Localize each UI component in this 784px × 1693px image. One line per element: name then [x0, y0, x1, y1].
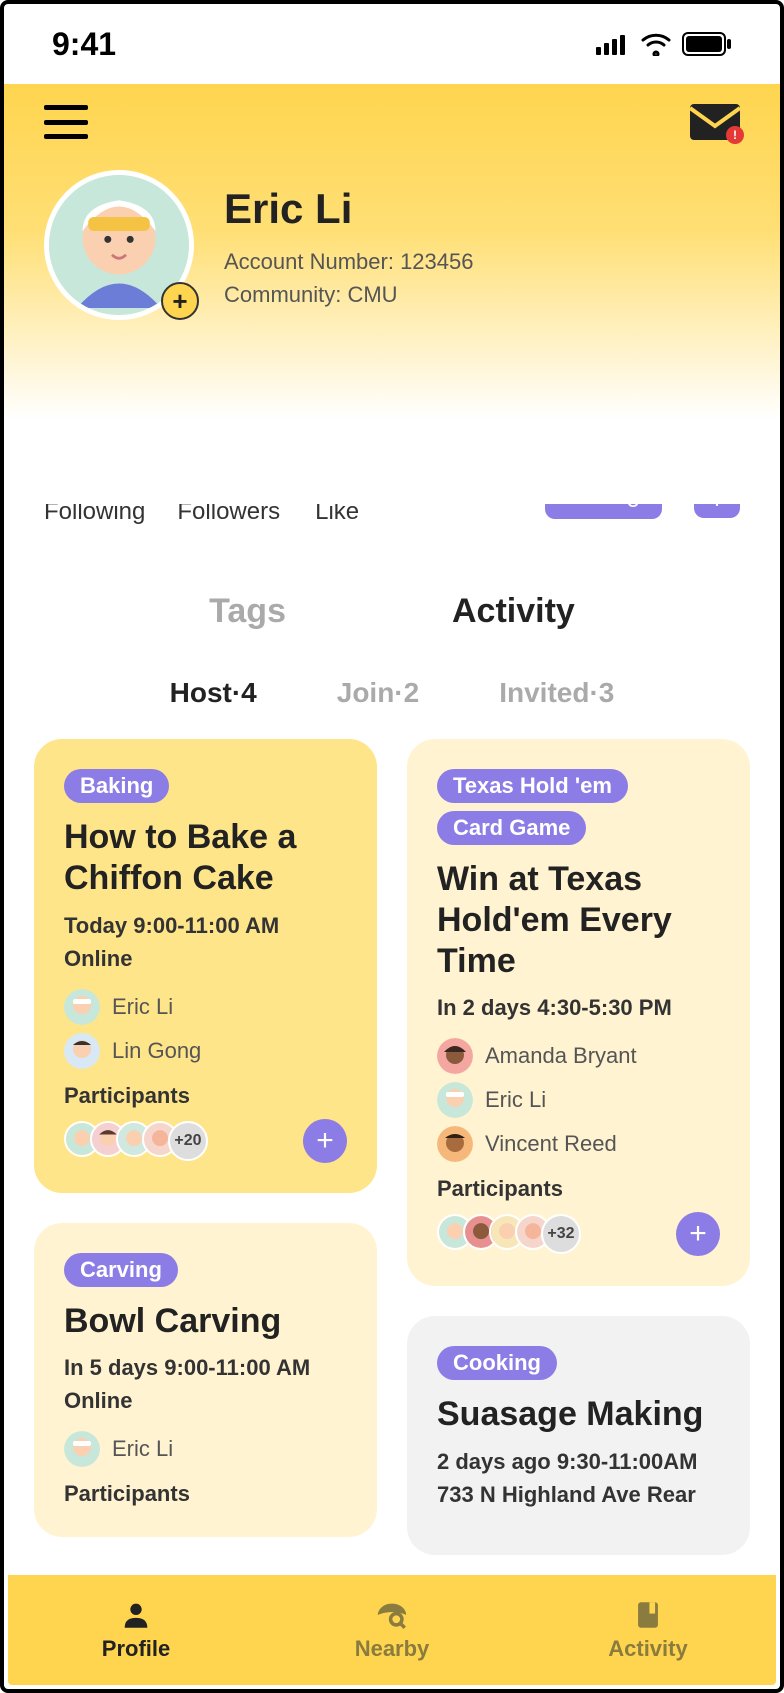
nav-activity-label: Activity: [608, 1636, 687, 1662]
profile-avatar[interactable]: +: [44, 170, 194, 320]
cellular-icon: [596, 33, 630, 55]
card-tag: Carving: [64, 1253, 178, 1287]
avatar-icon: [437, 1082, 473, 1118]
card-host-name: Amanda Bryant: [485, 1043, 637, 1069]
card-time: 2 days ago 9:30-11:00AM: [437, 1445, 720, 1478]
status-time: 9:41: [52, 26, 116, 63]
nav-nearby[interactable]: Nearby: [264, 1575, 520, 1685]
card-time: In 5 days 9:00-11:00 AM: [64, 1351, 347, 1384]
nav-activity[interactable]: Activity: [520, 1575, 776, 1685]
card-title: Bowl Carving: [64, 1301, 347, 1342]
status-bar: 9:41: [4, 4, 780, 84]
card-time: In 2 days 4:30-5:30 PM: [437, 991, 720, 1024]
battery-icon: [682, 32, 732, 56]
subtabs: Host·4 Join·2 Invited·3: [4, 677, 780, 709]
participants-label: Participants: [64, 1083, 347, 1109]
profile-icon: [119, 1598, 153, 1632]
subtab-join[interactable]: Join·2: [337, 677, 419, 709]
avatar-icon: [64, 989, 100, 1025]
status-icons: [596, 32, 732, 56]
card-host-name: Vincent Reed: [485, 1131, 617, 1157]
card-location: Online: [64, 1384, 347, 1417]
participants-label: Participants: [437, 1176, 720, 1202]
card-host-name: Eric Li: [485, 1087, 546, 1113]
card-host-name: Eric Li: [112, 994, 173, 1020]
activity-icon: [631, 1598, 665, 1632]
add-participant-button[interactable]: +: [303, 1119, 347, 1163]
card-tag: Baking: [64, 769, 169, 803]
card-title: Suasage Making: [437, 1394, 720, 1435]
avatar-icon: [437, 1038, 473, 1074]
hamburger-menu-icon[interactable]: [44, 105, 88, 139]
mail-icon[interactable]: !: [690, 104, 740, 140]
tab-activity[interactable]: Activity: [444, 586, 583, 637]
card-host: Eric Li: [437, 1082, 720, 1118]
card-bake[interactable]: Baking How to Bake a Chiffon Cake Today …: [34, 739, 377, 1193]
participants-stack: +20: [64, 1121, 208, 1161]
card-carving[interactable]: Carving Bowl Carving In 5 days 9:00-11:0…: [34, 1223, 377, 1538]
card-tag: Cooking: [437, 1346, 557, 1380]
participants-more: +20: [168, 1121, 208, 1161]
tab-tags[interactable]: Tags: [201, 586, 294, 637]
wifi-icon: [640, 32, 672, 56]
card-title: How to Bake a Chiffon Cake: [64, 817, 347, 899]
avatar-icon: [437, 1126, 473, 1162]
card-time: Today 9:00-11:00 AM: [64, 909, 347, 942]
subtab-host[interactable]: Host·4: [170, 677, 257, 709]
nav-profile-label: Profile: [102, 1636, 170, 1662]
avatar-add-button[interactable]: +: [161, 282, 199, 320]
card-host: Amanda Bryant: [437, 1038, 720, 1074]
nav-profile[interactable]: Profile: [8, 1575, 264, 1685]
activity-cards: Baking How to Bake a Chiffon Cake Today …: [4, 709, 780, 1555]
card-poker[interactable]: Texas Hold 'em Card Game Win at Texas Ho…: [407, 739, 750, 1286]
card-host: Lin Gong: [64, 1033, 347, 1069]
profile-community: Community: CMU: [224, 278, 474, 311]
mail-alert-badge: !: [726, 126, 744, 144]
nav-nearby-label: Nearby: [355, 1636, 430, 1662]
card-location: Online: [64, 942, 347, 975]
header-area: ! + Eric Li Account Number: 123456: [4, 84, 780, 504]
card-tag: Card Game: [437, 811, 586, 845]
profile-name: Eric Li: [224, 185, 474, 233]
card-location: 733 N Highland Ave Rear: [437, 1478, 720, 1511]
card-host-name: Eric Li: [112, 1436, 173, 1462]
card-host-name: Lin Gong: [112, 1038, 201, 1064]
add-participant-button[interactable]: +: [676, 1212, 720, 1256]
card-host: Vincent Reed: [437, 1126, 720, 1162]
participants-more: +32: [541, 1214, 581, 1254]
participants-stack: +32: [437, 1214, 581, 1254]
profile-account-number: Account Number: 123456: [224, 245, 474, 278]
avatar-icon: [64, 1033, 100, 1069]
card-host: Eric Li: [64, 1431, 347, 1467]
avatar-icon: [64, 1431, 100, 1467]
card-tag: Texas Hold 'em: [437, 769, 628, 803]
subtab-invited[interactable]: Invited·3: [499, 677, 614, 709]
tabs: Tags Activity: [4, 586, 780, 637]
card-cooking[interactable]: Cooking Suasage Making 2 days ago 9:30-1…: [407, 1316, 750, 1555]
card-title: Win at Texas Hold'em Every Time: [437, 859, 720, 981]
card-host: Eric Li: [64, 989, 347, 1025]
bottom-nav: Profile Nearby Activity: [8, 1575, 776, 1685]
nearby-icon: [375, 1598, 409, 1632]
participants-label: Participants: [64, 1481, 347, 1507]
